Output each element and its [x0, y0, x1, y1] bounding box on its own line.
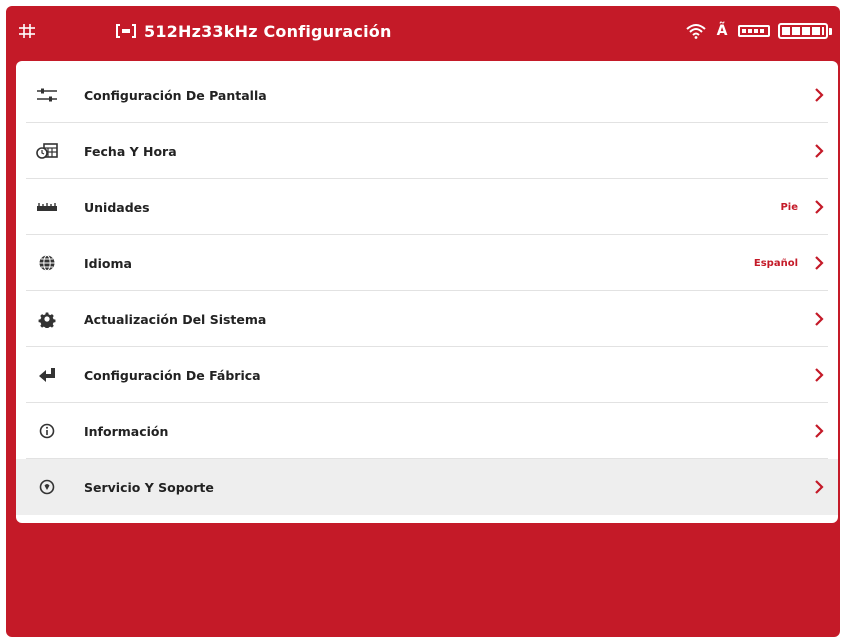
chevron-right-icon — [815, 200, 824, 214]
chevron-right-icon — [815, 480, 824, 494]
support-icon — [36, 476, 58, 498]
chevron-right-icon — [815, 312, 824, 326]
chevron-right-icon — [815, 256, 824, 270]
battery-small-icon — [738, 25, 770, 37]
status-icons: Ã — [686, 19, 832, 43]
battery-nub — [829, 27, 832, 35]
menu-item-factory-settings[interactable]: Configuración De Fábrica — [16, 347, 838, 403]
gear-icon — [36, 308, 58, 330]
grid-logo-icon — [19, 24, 35, 38]
ruler-icon — [36, 196, 58, 218]
globe-icon — [36, 252, 58, 274]
device-frame: 512Hz33kHz Configuración Ã Configuración… — [6, 6, 840, 637]
menu-item-label: Servicio Y Soporte — [84, 479, 214, 495]
menu-item-label: Idioma — [84, 255, 132, 271]
chevron-right-icon — [815, 144, 824, 158]
chevron-right-icon — [815, 424, 824, 438]
menu-item-screen-settings[interactable]: Configuración De Pantalla — [16, 67, 838, 123]
sliders-icon — [36, 84, 58, 106]
menu-item-label: Información — [84, 423, 169, 439]
status-title-group: 512Hz33kHz Configuración — [116, 19, 392, 43]
settings-list: Configuración De Pantalla Fecha Y Hora U… — [16, 61, 838, 523]
signal-bracket-icon — [116, 24, 136, 38]
wifi-icon — [686, 24, 706, 39]
units-value: Pie — [780, 201, 798, 213]
menu-item-label: Unidades — [84, 199, 150, 215]
menu-item-date-time[interactable]: Fecha Y Hora — [16, 123, 838, 179]
chevron-right-icon — [815, 88, 824, 102]
language-value: Español — [753, 257, 798, 269]
page-title: 512Hz33kHz Configuración — [144, 21, 392, 41]
menu-item-label: Actualización Del Sistema — [84, 311, 267, 327]
menu-item-label: Configuración De Pantalla — [84, 87, 267, 103]
calendar-clock-icon — [36, 140, 58, 162]
status-bar: 512Hz33kHz Configuración Ã — [6, 6, 840, 56]
reset-arrow-icon — [36, 364, 58, 386]
menu-item-label: Fecha Y Hora — [84, 143, 177, 159]
menu-item-information[interactable]: Información — [16, 403, 838, 459]
menu-item-label: Configuración De Fábrica — [84, 367, 261, 383]
chevron-right-icon — [815, 368, 824, 382]
info-icon — [36, 420, 58, 442]
a-glyph-icon: Ã — [716, 23, 728, 39]
menu-item-system-update[interactable]: Actualización Del Sistema — [16, 291, 838, 347]
menu-item-units[interactable]: Unidades Pie — [16, 179, 838, 235]
menu-item-language[interactable]: Idioma Español — [16, 235, 838, 291]
menu-item-service-support[interactable]: Servicio Y Soporte — [16, 459, 838, 515]
battery-large-icon — [778, 23, 828, 39]
